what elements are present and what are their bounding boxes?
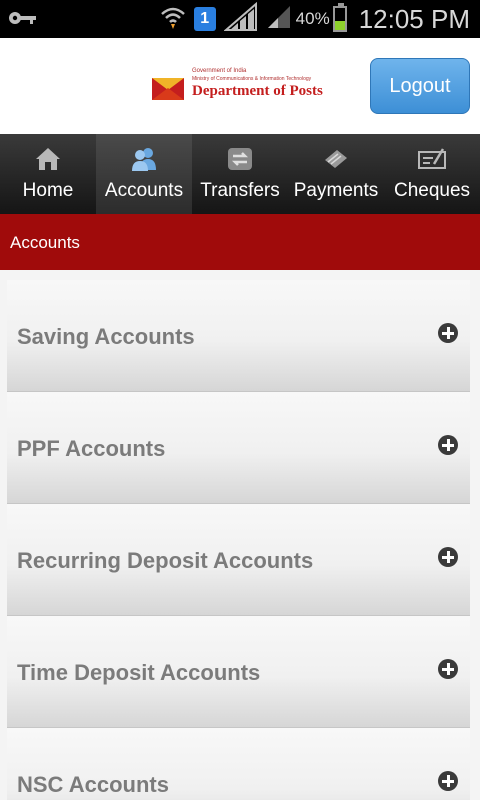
expand-plus-icon[interactable]: [438, 323, 458, 343]
users-icon: [132, 148, 156, 171]
content-area: Saving Accounts PPF Accounts Recurring D…: [0, 270, 480, 800]
notification-badge: 1: [193, 7, 216, 31]
section-header: Accounts: [0, 214, 480, 270]
clock-time: 12:05 PM: [358, 3, 470, 34]
expand-plus-icon[interactable]: [438, 771, 458, 791]
nav-item-accounts[interactable]: Accounts: [96, 134, 192, 214]
account-label: Recurring Deposit Accounts: [17, 548, 314, 573]
logo-name: Department of Posts: [192, 83, 323, 99]
account-item-ppf[interactable]: PPF Accounts: [7, 392, 470, 504]
nav-label-cheques: Cheques: [393, 180, 471, 201]
cheque-icon: [418, 148, 446, 169]
nav-label-transfers: Transfers: [200, 180, 280, 201]
nav-label-payments: Payments: [293, 180, 379, 201]
account-item-recurring-deposit[interactable]: Recurring Deposit Accounts: [7, 504, 470, 616]
nav-label-accounts: Accounts: [104, 180, 184, 201]
account-label: Time Deposit Accounts: [17, 660, 261, 685]
expand-plus-icon[interactable]: [438, 435, 458, 455]
key-icon: [8, 8, 38, 32]
nav-item-payments[interactable]: Payments: [288, 134, 384, 214]
battery-icon: [332, 3, 347, 32]
home-icon: [36, 148, 60, 170]
account-item-time-deposit[interactable]: Time Deposit Accounts: [7, 616, 470, 728]
app-header: Government of India Ministry of Communic…: [0, 38, 480, 134]
expand-plus-icon[interactable]: [438, 547, 458, 567]
status-bar: 1 40% 12:05 PM: [0, 0, 480, 38]
nav-item-cheques[interactable]: Cheques: [384, 134, 480, 214]
account-label: Saving Accounts: [17, 324, 195, 349]
expand-plus-icon[interactable]: [438, 659, 458, 679]
account-item-nsc[interactable]: NSC Accounts: [7, 728, 470, 800]
section-title: Accounts: [10, 233, 80, 252]
envelope-logo-icon: [152, 78, 184, 100]
department-of-posts-logo: Government of India Ministry of Communic…: [152, 68, 332, 104]
signal-icon: [222, 1, 258, 36]
account-label: PPF Accounts: [17, 436, 166, 461]
main-nav: Home Accounts Transfers Payments Cheques: [0, 134, 480, 214]
nav-label-home: Home: [22, 180, 74, 201]
account-label: NSC Accounts: [17, 772, 169, 797]
logout-button[interactable]: Logout: [370, 58, 470, 114]
account-item-saving[interactable]: Saving Accounts: [7, 280, 470, 392]
transfer-icon: [228, 148, 252, 170]
nav-item-home[interactable]: Home: [0, 134, 96, 214]
payment-icon: [325, 150, 347, 168]
signal-icon-secondary: [266, 4, 292, 34]
nav-item-transfers[interactable]: Transfers: [192, 134, 288, 214]
logo-line-1: Government of India: [192, 68, 247, 74]
battery-percent: 40%: [295, 9, 330, 28]
accounts-list: Saving Accounts PPF Accounts Recurring D…: [7, 280, 470, 800]
logo-line-2: Ministry of Communications & Information…: [192, 76, 312, 82]
wifi-icon: [160, 5, 186, 33]
